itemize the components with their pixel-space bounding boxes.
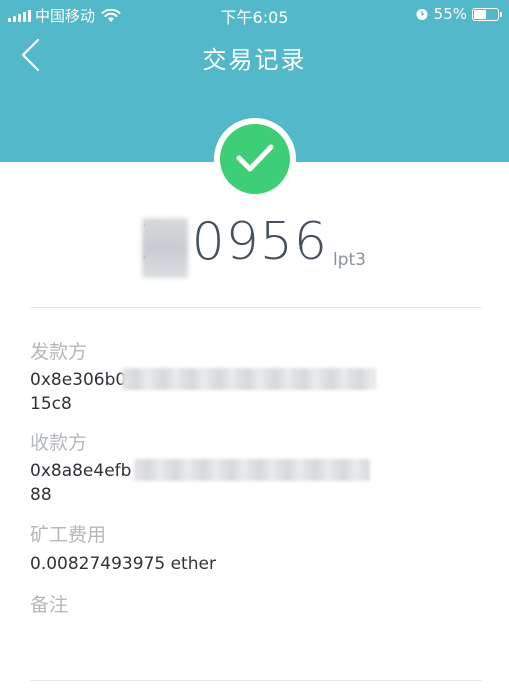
success-status xyxy=(220,124,290,194)
receiver-label: 收款方 xyxy=(30,432,88,454)
divider-bottom xyxy=(30,680,482,681)
amount-redaction xyxy=(142,218,188,278)
sender-redaction xyxy=(122,368,376,390)
receiver-address-line2: 88 xyxy=(30,485,52,505)
nav-bar: 交易记录 xyxy=(0,30,509,80)
battery-percent: 55% xyxy=(433,5,467,23)
alarm-icon xyxy=(416,9,428,20)
page-title: 交易记录 xyxy=(202,46,307,74)
divider-top xyxy=(30,307,482,308)
amount-row: 2.0956 lpt3 xyxy=(0,212,509,282)
sender-address-line2: 15c8 xyxy=(30,394,72,414)
amount-unit: lpt3 xyxy=(333,250,366,270)
battery-icon xyxy=(472,7,502,21)
status-right: 55% xyxy=(415,5,502,23)
status-bar: 中国移动 下午6:05 55% xyxy=(0,0,509,30)
fee-label: 矿工费用 xyxy=(30,524,107,546)
fee-value: 0.00827493975 ether xyxy=(30,554,216,574)
note-label: 备注 xyxy=(30,594,69,616)
receiver-redaction xyxy=(134,459,370,481)
sender-label: 发款方 xyxy=(30,341,88,363)
check-icon xyxy=(236,144,274,172)
